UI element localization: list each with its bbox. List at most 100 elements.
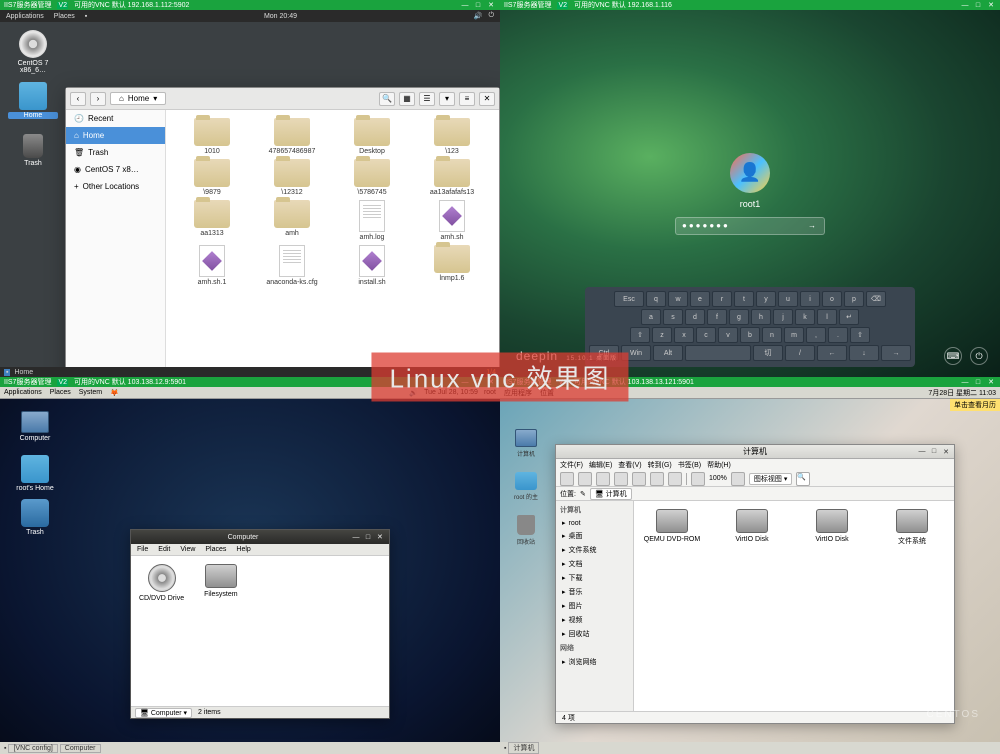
sidebar-item[interactable]: ▸音乐 — [556, 585, 633, 599]
keyboard-key-slash[interactable]: / — [785, 345, 815, 361]
back-button[interactable]: ‹ — [70, 92, 86, 106]
taskbar-vnc-config[interactable]: [VNC config] — [8, 744, 57, 753]
cd-desktop-icon[interactable]: CentOS 7 x86_6… — [8, 30, 58, 74]
minimize-button[interactable]: — — [460, 1, 470, 9]
file-item[interactable]: \123 — [414, 118, 490, 155]
menu-places[interactable]: Places — [205, 546, 226, 553]
taskbar-computer[interactable]: 计算机 — [508, 742, 539, 754]
keyboard-key[interactable]: o — [822, 291, 842, 307]
cd-drive-item[interactable]: CD/DVD Drive — [139, 564, 184, 602]
keyboard-key[interactable]: s — [663, 309, 683, 325]
reload-button[interactable] — [632, 472, 646, 486]
menu-item[interactable]: 书签(B) — [678, 460, 701, 470]
places-menu[interactable]: Places — [54, 13, 75, 20]
sidebar-item[interactable]: ▸图片 — [556, 599, 633, 613]
show-desktop-icon[interactable]: ▪ — [4, 369, 10, 376]
drive-item[interactable]: 文件系统 — [882, 509, 942, 546]
computer-desktop-icon[interactable]: 计算机 — [506, 429, 546, 458]
zoom-in-button[interactable] — [731, 472, 745, 486]
minimize-button[interactable]: — — [960, 378, 970, 386]
trash-desktop-icon[interactable]: Trash — [8, 134, 58, 167]
menu-item[interactable]: 文件(F) — [560, 460, 583, 470]
maximize-button[interactable]: □ — [973, 378, 983, 386]
keyboard-key[interactable]: y — [756, 291, 776, 307]
computer-desktop-icon[interactable]: Computer — [8, 411, 62, 442]
close-button[interactable]: ✕ — [375, 533, 385, 541]
home-button[interactable] — [650, 472, 664, 486]
sidebar-item[interactable]: ▸root — [556, 517, 633, 529]
minimize-button[interactable]: — — [351, 533, 361, 541]
sidebar-item-trash[interactable]: 🗑Trash — [66, 144, 165, 161]
keyboard-key[interactable]: d — [685, 309, 705, 325]
trash-desktop-icon[interactable]: Trash — [8, 499, 62, 536]
sidebar-item[interactable]: ▸文档 — [556, 557, 633, 571]
password-input[interactable]: ●●●●●●● → — [675, 217, 825, 235]
menu-item[interactable]: 帮助(H) — [707, 460, 731, 470]
keyboard-key-alt[interactable]: Alt — [653, 345, 683, 361]
file-item[interactable]: lnmp1.6 — [414, 245, 490, 286]
back-button[interactable] — [560, 472, 574, 486]
clock[interactable]: Mon 20:49 — [264, 13, 297, 20]
filesystem-item[interactable]: Filesystem — [204, 564, 237, 598]
clock[interactable]: 7月28日 星期二 11:03 — [928, 388, 996, 398]
menu-item[interactable]: 查看(V) — [618, 460, 641, 470]
sidebar-item[interactable]: ▸回收站 — [556, 627, 633, 641]
file-item[interactable]: aa13afafafs13 — [414, 159, 490, 196]
stop-button[interactable] — [614, 472, 628, 486]
applications-menu[interactable]: Applications — [4, 389, 42, 397]
maximize-button[interactable]: □ — [973, 1, 983, 9]
keyboard-key[interactable]: v — [718, 327, 738, 343]
submit-arrow-icon[interactable]: → — [808, 221, 818, 230]
show-desktop-icon[interactable]: ▪ — [504, 745, 506, 752]
keyboard-key[interactable]: ⌫ — [866, 291, 886, 307]
keyboard-key[interactable]: ↵ — [839, 309, 859, 325]
file-item[interactable]: amh.sh.1 — [174, 245, 250, 286]
keyboard-key[interactable]: f — [707, 309, 727, 325]
menu-edit[interactable]: Edit — [158, 546, 170, 553]
keyboard-key[interactable]: l — [817, 309, 837, 325]
search-button[interactable]: 🔍 — [379, 92, 395, 106]
keyboard-key[interactable]: r — [712, 291, 732, 307]
keyboard-key[interactable]: t — [734, 291, 754, 307]
keyboard-toggle-button[interactable]: ⌨ — [944, 347, 962, 365]
menu-help[interactable]: Help — [236, 546, 250, 553]
keyboard-key[interactable]: b — [740, 327, 760, 343]
keyboard-key[interactable]: ⇧ — [850, 327, 870, 343]
sidebar-item[interactable]: ▸文件系统 — [556, 543, 633, 557]
close-window-button[interactable]: ✕ — [479, 92, 495, 106]
forward-button[interactable] — [578, 472, 592, 486]
location-dropdown[interactable]: 🖥 Computer ▾ — [135, 708, 192, 718]
keyboard-key[interactable]: . — [828, 327, 848, 343]
file-item[interactable]: \9879 — [174, 159, 250, 196]
sidebar-item[interactable]: ▸下载 — [556, 571, 633, 585]
user-avatar[interactable]: 👤 — [730, 153, 770, 193]
keyboard-key-alt2[interactable]: 切 — [753, 345, 783, 361]
minimize-button[interactable]: — — [960, 1, 970, 9]
sidebar-item[interactable]: ▸浏览网络 — [556, 655, 633, 669]
drive-item[interactable]: VirtIO Disk — [722, 509, 782, 543]
icon-view-button[interactable]: ▦ — [399, 92, 415, 106]
taskbar-computer[interactable]: Computer — [60, 744, 101, 753]
location-toggle-icon[interactable]: ✎ — [580, 490, 586, 498]
up-button[interactable] — [596, 472, 610, 486]
file-item[interactable]: aa1313 — [174, 200, 250, 241]
file-item[interactable]: amh.sh — [414, 200, 490, 241]
keyboard-key[interactable]: m — [784, 327, 804, 343]
sidebar-item-other[interactable]: +Other Locations — [66, 178, 165, 195]
file-item[interactable]: install.sh — [334, 245, 410, 286]
file-item[interactable]: Desktop — [334, 118, 410, 155]
sidebar-item-cd[interactable]: ◉CentOS 7 x8… — [66, 161, 165, 178]
hamburger-button[interactable]: ≡ — [459, 92, 475, 106]
keyboard-key-left[interactable]: ← — [817, 345, 847, 361]
keyboard-key[interactable]: k — [795, 309, 815, 325]
keyboard-key[interactable]: p — [844, 291, 864, 307]
keyboard-key[interactable]: n — [762, 327, 782, 343]
file-item[interactable]: anaconda-ks.cfg — [254, 245, 330, 286]
taskbar-home[interactable]: Home — [14, 369, 33, 376]
keyboard-key[interactable]: u — [778, 291, 798, 307]
view-selector[interactable]: 图标视图 ▾ — [749, 473, 792, 485]
keyboard-key[interactable]: Esc — [614, 291, 644, 307]
sidebar-item[interactable]: ▸桌面 — [556, 529, 633, 543]
drive-item[interactable]: QEMU DVD-ROM — [642, 509, 702, 543]
file-item[interactable]: 1010 — [174, 118, 250, 155]
